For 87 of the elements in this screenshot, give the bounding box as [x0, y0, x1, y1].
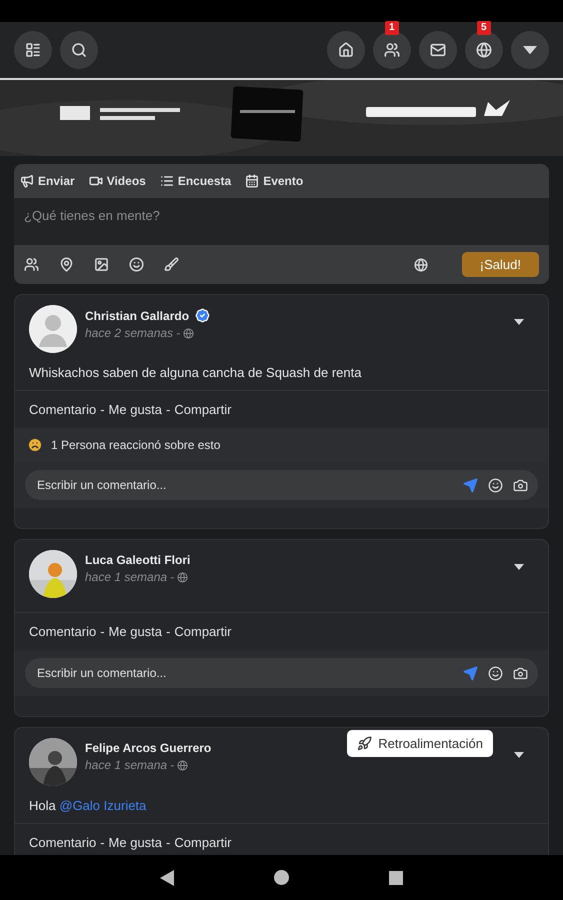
- map-pin-icon: [59, 257, 74, 272]
- people-icon: [384, 42, 400, 58]
- caret-icon: [523, 46, 537, 54]
- reactions-summary: 1 Persona reaccionó sobre esto: [51, 438, 220, 452]
- people-icon: [24, 257, 39, 272]
- caret-icon[interactable]: [514, 752, 524, 758]
- smiley-icon[interactable]: [488, 478, 503, 492]
- post-time: hace 2 semanas: [85, 326, 174, 340]
- caret-icon[interactable]: [514, 564, 524, 570]
- globe-icon: [476, 42, 492, 58]
- post-action-link[interactable]: Compartir: [174, 402, 232, 417]
- friends-button[interactable]: [373, 31, 411, 69]
- home-icon: [338, 42, 354, 58]
- post-time: hace 1 semana: [85, 758, 168, 772]
- post-action-link[interactable]: Me gusta: [108, 402, 162, 417]
- camera-icon[interactable]: [513, 478, 528, 492]
- feedback-button[interactable]: Retroalimentación: [347, 730, 493, 757]
- list-icon: [160, 174, 174, 188]
- author-name[interactable]: Christian Gallardo: [85, 308, 190, 322]
- rocket-icon: [357, 736, 372, 751]
- submit-button[interactable]: ¡Salud!: [462, 252, 539, 277]
- composer-tool-button[interactable]: [129, 257, 144, 272]
- count-badge: 1: [385, 21, 399, 35]
- image-icon: [94, 257, 109, 272]
- caret-icon[interactable]: [514, 319, 524, 325]
- post-action-link[interactable]: Comentario: [29, 402, 96, 417]
- composer-tool-button[interactable]: [94, 257, 109, 272]
- home-circle-icon[interactable]: [274, 870, 289, 885]
- comment-bar[interactable]: Escribir un comentario...: [25, 470, 538, 500]
- post-action-link[interactable]: Me gusta: [108, 835, 162, 850]
- envelope-icon: [430, 42, 446, 58]
- avatar-icon: [29, 305, 77, 353]
- composer-tool-button[interactable]: [59, 257, 74, 272]
- post-type-tab[interactable]: Enviar: [20, 174, 75, 188]
- post-text: Hola @Galo Izurieta: [28, 797, 148, 815]
- globe-icon: [183, 328, 194, 338]
- globe-icon: [177, 760, 188, 770]
- reaction-icon: [27, 437, 43, 453]
- post-action-link[interactable]: Compartir: [174, 835, 232, 850]
- globe-icon: [414, 258, 428, 272]
- post-action-link[interactable]: Comentario: [29, 835, 96, 850]
- post-action-link[interactable]: Compartir: [174, 624, 232, 639]
- count-badge: 5: [477, 21, 491, 35]
- composer-tool-button[interactable]: [24, 257, 39, 272]
- menu-button[interactable]: [14, 31, 52, 69]
- post-type-tab[interactable]: Evento: [245, 174, 304, 188]
- post-type-tab[interactable]: Encuesta: [160, 174, 232, 188]
- brush-icon: [164, 257, 179, 272]
- separator: -: [166, 624, 170, 639]
- send-icon[interactable]: [463, 478, 478, 492]
- messages-button[interactable]: [419, 31, 457, 69]
- post-input-field[interactable]: ¿Qué tienes en mente?: [14, 198, 549, 245]
- author-name[interactable]: Felipe Arcos Guerrero: [85, 741, 212, 755]
- post-time: hace 1 semana: [85, 570, 168, 584]
- notifications-button[interactable]: [465, 31, 503, 69]
- post-type-tab[interactable]: Videos: [88, 174, 146, 188]
- smiley-icon[interactable]: [488, 666, 503, 680]
- send-icon[interactable]: [463, 666, 478, 680]
- separator: -: [170, 570, 174, 584]
- separator: -: [166, 402, 170, 417]
- smiley-icon: [129, 257, 144, 272]
- video-camera-icon: [88, 174, 103, 188]
- calendar-icon: [245, 174, 260, 188]
- privacy-button[interactable]: [414, 258, 428, 272]
- home-button[interactable]: [327, 31, 365, 69]
- composer-tool-button[interactable]: [164, 257, 179, 272]
- back-icon[interactable]: [160, 870, 174, 886]
- separator: -: [100, 624, 105, 639]
- globe-icon: [177, 572, 188, 582]
- separator: -: [100, 835, 105, 850]
- search-button[interactable]: [60, 31, 98, 69]
- mention-link[interactable]: @Galo Izurieta: [59, 798, 146, 813]
- dropdown-button[interactable]: [511, 31, 549, 69]
- separator: -: [170, 758, 174, 772]
- post-text: Whiskachos saben de alguna cancha de Squash de renta: [28, 364, 362, 382]
- separator: -: [166, 835, 170, 850]
- author-name[interactable]: Luca Galeotti Flori: [85, 553, 190, 567]
- camera-icon[interactable]: [513, 666, 528, 680]
- separator: -: [100, 402, 105, 417]
- post-action-link[interactable]: Comentario: [29, 624, 96, 639]
- recents-square-icon[interactable]: [389, 870, 403, 884]
- post-action-link[interactable]: Me gusta: [108, 624, 162, 639]
- search-icon: [71, 42, 87, 58]
- comment-bar[interactable]: Escribir un comentario...: [25, 658, 538, 688]
- megaphone-icon: [20, 174, 34, 188]
- menu-icon: [25, 42, 41, 58]
- separator: -: [176, 326, 180, 340]
